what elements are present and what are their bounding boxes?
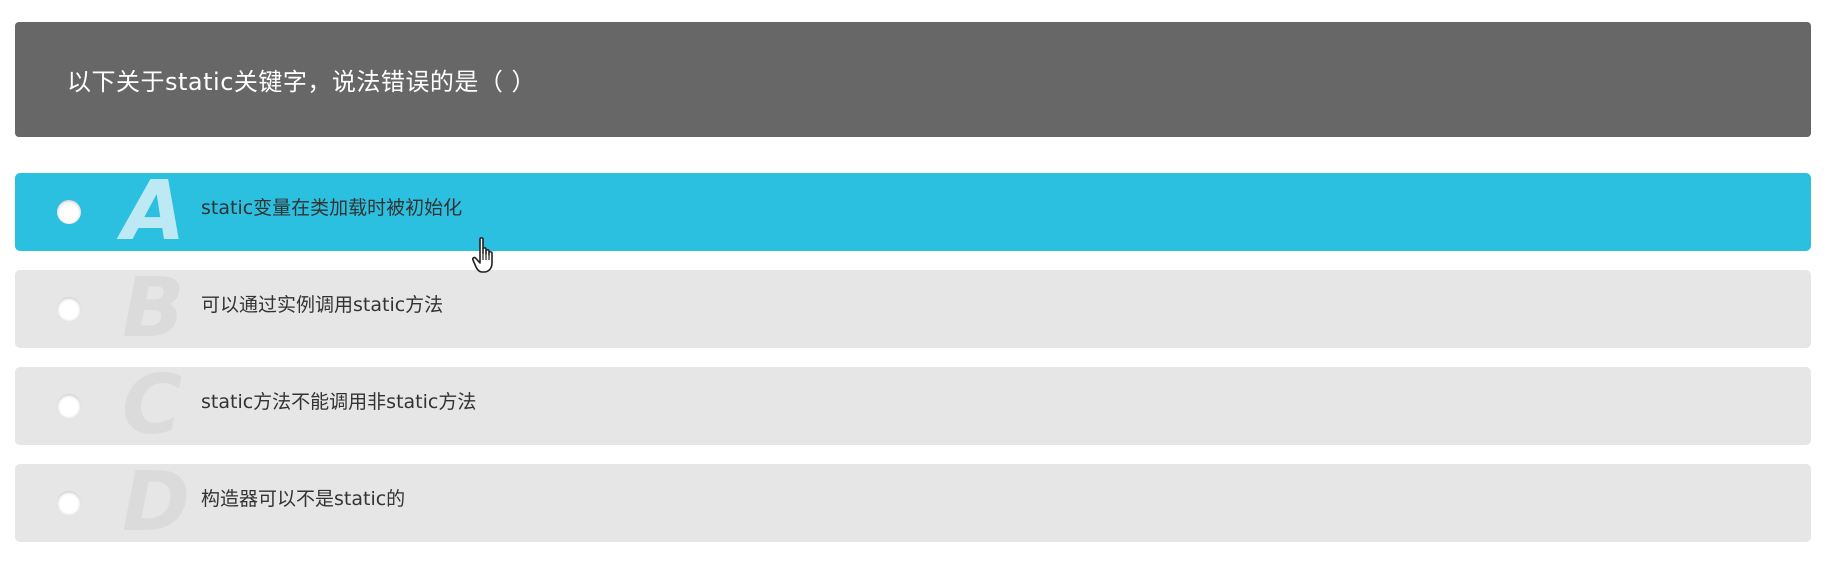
radio-c[interactable]: [57, 394, 81, 418]
option-text-a: static变量在类加载时被初始化: [201, 197, 463, 219]
option-text-c: static方法不能调用非static方法: [201, 391, 477, 413]
radio-b[interactable]: [57, 297, 81, 321]
hand-pointer-icon: [471, 237, 493, 273]
question-text: 以下关于static关键字，说法错误的是（ ）: [67, 68, 537, 96]
option-letter-b: B: [122, 261, 185, 356]
radio-d[interactable]: [57, 491, 81, 515]
option-text-b: 可以通过实例调用static方法: [201, 294, 444, 316]
radio-a[interactable]: [57, 200, 81, 224]
option-d[interactable]: D 构造器可以不是static的: [15, 455, 1811, 550]
option-letter-d: D: [122, 455, 191, 550]
option-a[interactable]: A static变量在类加载时被初始化: [15, 164, 1811, 259]
option-b[interactable]: B 可以通过实例调用static方法: [15, 261, 1811, 356]
options-list: A static变量在类加载时被初始化 B 可以通过实例调用static方法 C…: [15, 164, 1811, 561]
option-text-d: 构造器可以不是static的: [201, 488, 406, 510]
option-letter-a: A: [122, 164, 186, 259]
option-c[interactable]: C static方法不能调用非static方法: [15, 358, 1811, 453]
question-header: 以下关于static关键字，说法错误的是（ ）: [15, 22, 1811, 137]
option-letter-c: C: [122, 358, 183, 453]
